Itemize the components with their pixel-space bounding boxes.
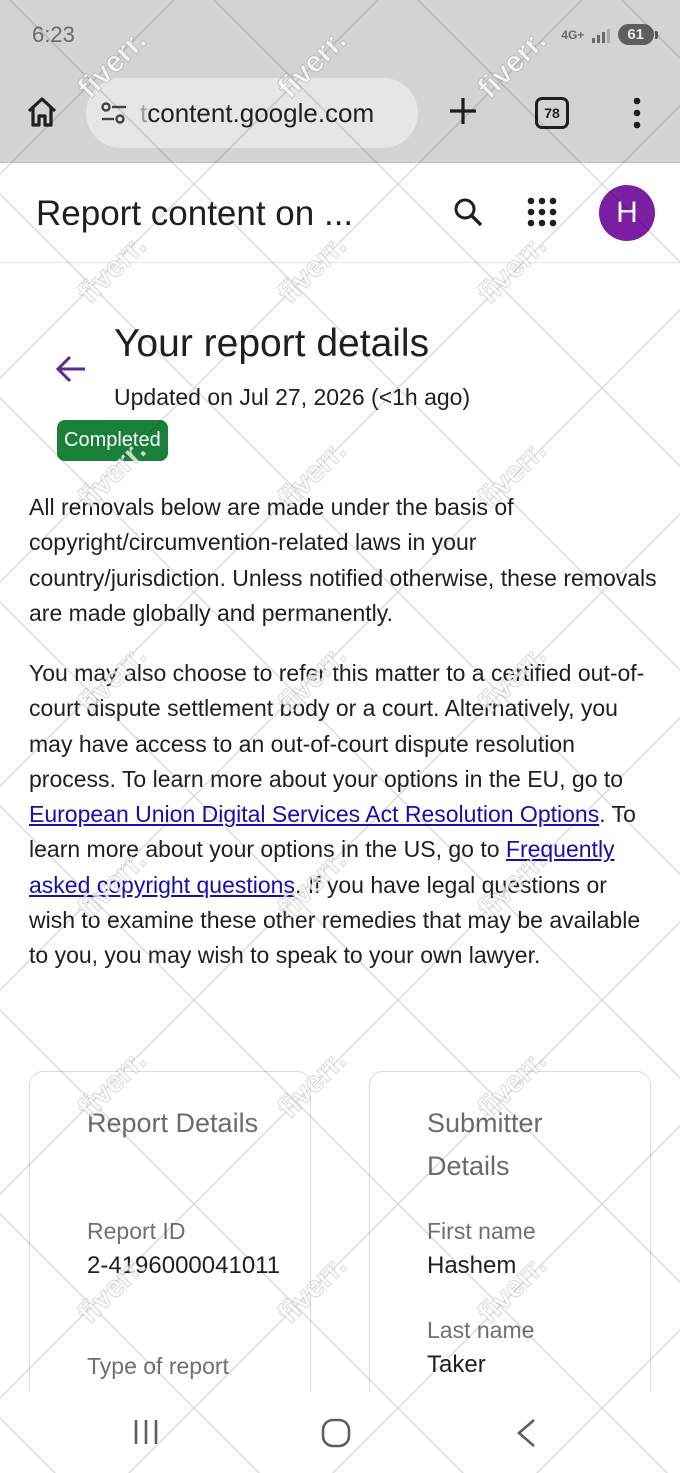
last-name-label: Last name — [427, 1317, 535, 1343]
url-domain: content.google.com — [147, 97, 375, 128]
back-chevron-icon — [517, 1419, 535, 1447]
last-name-value: Taker — [427, 1351, 486, 1378]
type-of-report-label: Type of report — [87, 1353, 229, 1379]
more-vert-icon — [633, 97, 641, 129]
back-button[interactable] — [52, 350, 90, 388]
battery-level: 61 — [618, 24, 658, 45]
signal-icon — [592, 27, 611, 43]
apps-grid-icon — [527, 197, 557, 227]
recents-button[interactable] — [130, 1418, 162, 1446]
home-button[interactable] — [24, 94, 60, 130]
url-text[interactable]: tcontent.google.com — [140, 98, 374, 129]
back-nav-button[interactable] — [513, 1418, 539, 1448]
home-nav-button[interactable] — [321, 1418, 351, 1448]
system-nav-bar — [0, 1392, 680, 1473]
report-id-label: Report ID — [87, 1218, 186, 1244]
plus-icon — [450, 98, 476, 124]
browser-menu-button[interactable] — [626, 94, 648, 132]
remedies-paragraph: You may also choose to refer this matter… — [29, 656, 659, 974]
search-icon — [454, 198, 483, 227]
home-icon — [27, 97, 57, 127]
network-type: 4G+ — [561, 27, 585, 42]
arrow-back-icon — [55, 355, 85, 383]
report-id-value: 2-4196000041011 — [87, 1252, 281, 1279]
submitter-details-card: Submitter Details First name Hashem Last… — [369, 1071, 651, 1411]
page-title: Your report details — [114, 322, 430, 365]
report-details-title: Report Details — [87, 1108, 259, 1138]
first-name-label: First name — [427, 1218, 536, 1244]
status-time: 6:23 — [32, 22, 75, 47]
site-title: Report content on ... — [36, 194, 354, 233]
removal-basis-paragraph: All removals below are made under the ba… — [29, 494, 657, 626]
search-button[interactable] — [448, 192, 488, 232]
status-badge: Completed — [57, 420, 168, 461]
report-details-card: Report Details Report ID 2-4196000041011… — [29, 1071, 311, 1411]
avatar[interactable]: H — [599, 185, 655, 241]
tune-icon[interactable] — [100, 98, 130, 128]
home-circle-icon — [321, 1418, 351, 1448]
apps-button[interactable] — [522, 192, 562, 232]
updated-timestamp: Updated on Jul 27, 2026 (<1h ago) — [114, 384, 471, 410]
site-header: Report content on ... — [0, 164, 680, 263]
submitter-details-title: Submitter Details — [427, 1108, 543, 1181]
new-tab-button[interactable] — [444, 92, 482, 130]
recents-icon — [134, 1420, 158, 1444]
remedies-text-1: You may also choose to refer this matter… — [29, 660, 645, 792]
tabs-button[interactable]: 78 — [535, 97, 569, 129]
url-bar[interactable]: tcontent.google.com — [86, 78, 418, 148]
browser-chrome: 6:23 4G+ 61 tcontent.google.com 78 — [0, 0, 680, 163]
eu-dsa-link[interactable]: European Union Digital Services Act Reso… — [29, 801, 599, 827]
first-name-value: Hashem — [427, 1252, 517, 1279]
status-indicators: 4G+ 61 — [561, 24, 658, 45]
